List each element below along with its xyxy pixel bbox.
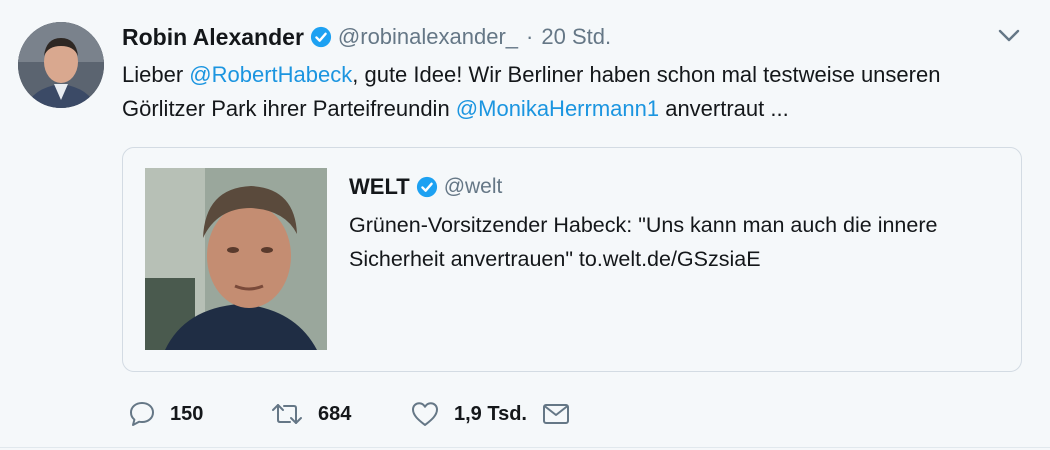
quoted-author-name[interactable]: WELT [349, 174, 410, 200]
reply-button[interactable]: 150 [128, 400, 270, 428]
tweet-text: Lieber @RobertHabeck, gute Idee! Wir Ber… [122, 58, 1002, 126]
portrait-photo [145, 168, 327, 350]
like-count: 1,9 Tsd. [454, 402, 527, 425]
message-icon [543, 404, 569, 424]
chevron-down-icon[interactable] [994, 26, 1024, 46]
tweet-text-part: Lieber [122, 62, 190, 87]
verified-badge-icon [310, 26, 331, 48]
avatar-photo [18, 22, 104, 108]
like-button[interactable]: 1,9 Tsd. [410, 400, 555, 428]
retweet-button[interactable]: 684 [270, 400, 410, 428]
quoted-tweet-header: WELT @welt [349, 172, 502, 202]
reply-icon [130, 402, 154, 426]
quoted-tweet[interactable]: WELT @welt Grünen-Vorsitzender Habeck: "… [122, 147, 1022, 372]
quoted-tweet-text: Grünen-Vorsitzender Habeck: "Uns kann ma… [349, 213, 938, 271]
tweet[interactable]: Robin Alexander @robinalexander_ · 20 St… [0, 0, 1050, 450]
tweet-divider [0, 447, 1050, 448]
reply-count: 150 [170, 402, 204, 425]
tweet-text-part: anvertraut ... [659, 96, 789, 121]
mention-link[interactable]: @MonikaHerrmann1 [456, 96, 659, 121]
retweet-icon [272, 404, 302, 424]
tweet-actions: 150 684 1,9 Tsd. [128, 396, 571, 432]
quoted-author-handle[interactable]: @welt [444, 175, 503, 199]
retweet-count: 684 [318, 402, 352, 425]
quoted-tweet-image[interactable] [145, 168, 327, 350]
author-handle[interactable]: @robinalexander_ [338, 24, 518, 50]
tweet-header: Robin Alexander @robinalexander_ · 20 St… [122, 20, 611, 54]
like-icon [412, 402, 438, 426]
author-avatar[interactable] [18, 22, 104, 108]
author-name[interactable]: Robin Alexander [122, 24, 304, 51]
header-separator: · [526, 24, 534, 49]
mention-link[interactable]: @RobertHabeck [189, 62, 352, 87]
verified-badge-icon [416, 176, 437, 198]
tweet-timestamp[interactable]: 20 Std. [541, 24, 611, 50]
direct-message-button[interactable] [541, 401, 571, 427]
